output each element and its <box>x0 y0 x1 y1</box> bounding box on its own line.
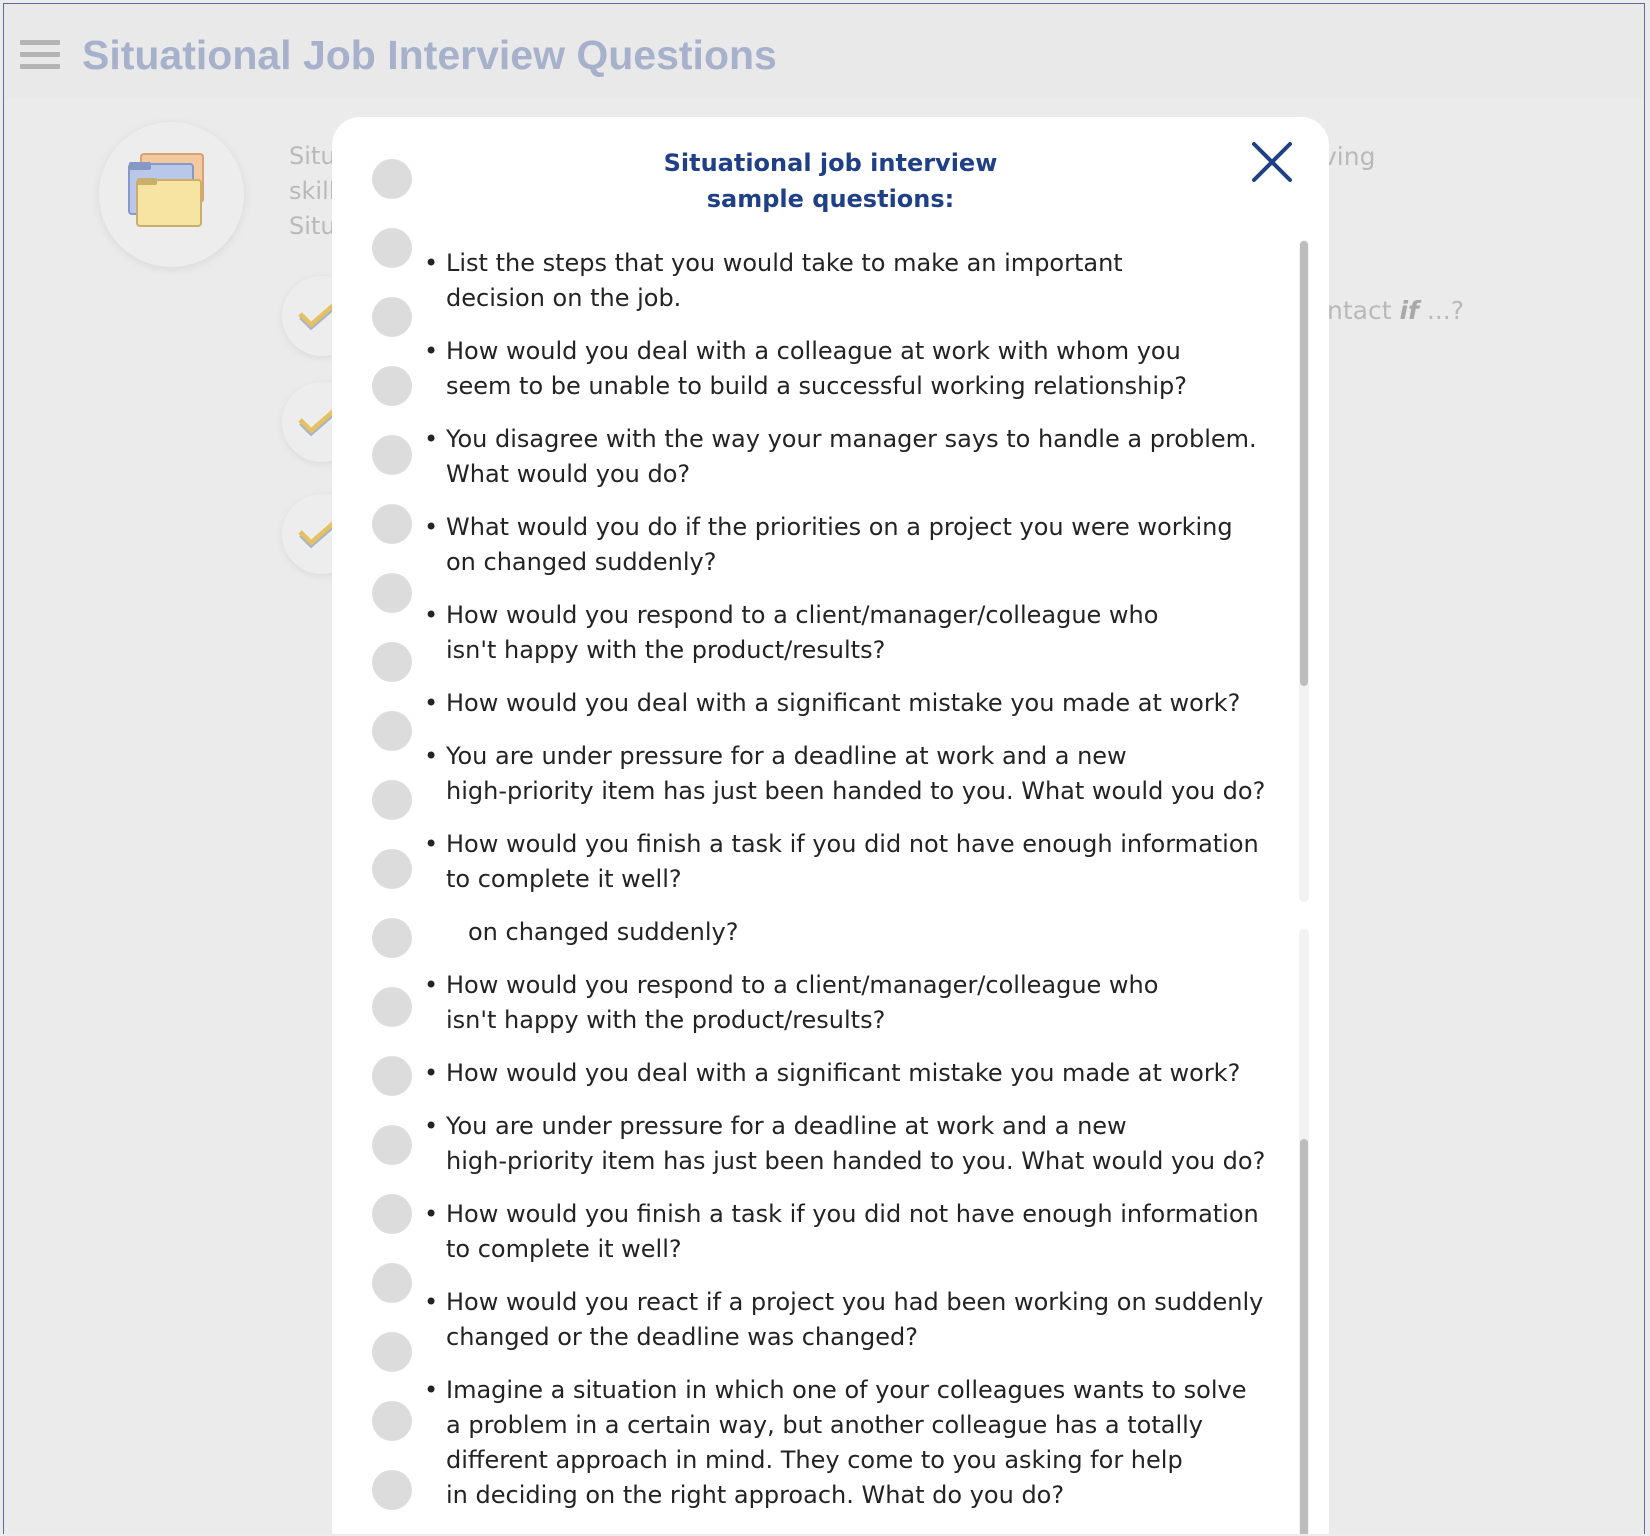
decorative-dot <box>372 711 412 751</box>
decorative-dot <box>372 849 412 889</box>
questions-modal: Situational job interview sample questio… <box>332 117 1329 1534</box>
question-item: • List the steps that you would take to m… <box>424 249 1123 312</box>
contact-question-fragment: ntact if ...? <box>1327 296 1464 325</box>
question-item: • You are under pressure for a deadline a… <box>424 742 1266 805</box>
question-item: • How would you deal with a significant m… <box>424 689 1241 717</box>
decorative-dot <box>372 1263 412 1303</box>
decorative-dot <box>372 918 412 958</box>
hamburger-menu-icon[interactable] <box>20 40 60 72</box>
decorative-dot <box>372 297 412 337</box>
question-item: • You disagree with the way your manager … <box>424 425 1257 488</box>
question-fragment: on changed suddenly? <box>468 918 739 946</box>
scrollbar-thumb[interactable] <box>1300 241 1308 686</box>
question-item: • How would you finish a task if you did … <box>424 1200 1259 1263</box>
top-bar: Situational Job Interview Questions <box>4 4 1644 99</box>
intro-text-right-fragment: ving <box>1322 142 1376 171</box>
decorative-dot <box>372 228 412 268</box>
decorative-dot <box>372 987 412 1027</box>
decorative-dot <box>372 1194 412 1234</box>
page-title: Situational Job Interview Questions <box>82 32 777 78</box>
question-item: • How would you react if a project you ha… <box>424 1288 1264 1351</box>
decorative-dot <box>372 504 412 544</box>
app-window: Situational Job Interview Questions Situ… <box>3 3 1645 1534</box>
question-item: • How would you deal with a colleague at … <box>424 337 1187 400</box>
question-item: • How would you deal with a significant m… <box>424 1059 1241 1087</box>
decorative-dot <box>372 1125 412 1165</box>
question-item: • What would you do if the priorities on … <box>424 513 1233 576</box>
question-item: • How would you respond to a client/manag… <box>424 601 1159 664</box>
decorative-dot <box>372 435 412 475</box>
decorative-dot <box>372 1401 412 1441</box>
decorative-dot <box>372 573 412 613</box>
question-item: • Imagine a situation in which one of you… <box>424 1376 1247 1509</box>
decorative-dot <box>372 366 412 406</box>
question-item: • How would you finish a task if you did … <box>424 830 1259 893</box>
decorative-dot <box>372 1056 412 1096</box>
decorative-dot <box>372 1470 412 1510</box>
decorative-dot <box>372 780 412 820</box>
question-item: • You are under pressure for a deadline a… <box>424 1112 1266 1175</box>
modal-title: Situational job interview sample questio… <box>663 149 998 213</box>
decorative-dot <box>372 642 412 682</box>
folders-icon <box>99 122 244 267</box>
question-item: • How would you respond to a client/manag… <box>424 971 1159 1034</box>
decorative-dot <box>372 1332 412 1372</box>
scrollbar-thumb[interactable] <box>1300 1139 1308 1534</box>
